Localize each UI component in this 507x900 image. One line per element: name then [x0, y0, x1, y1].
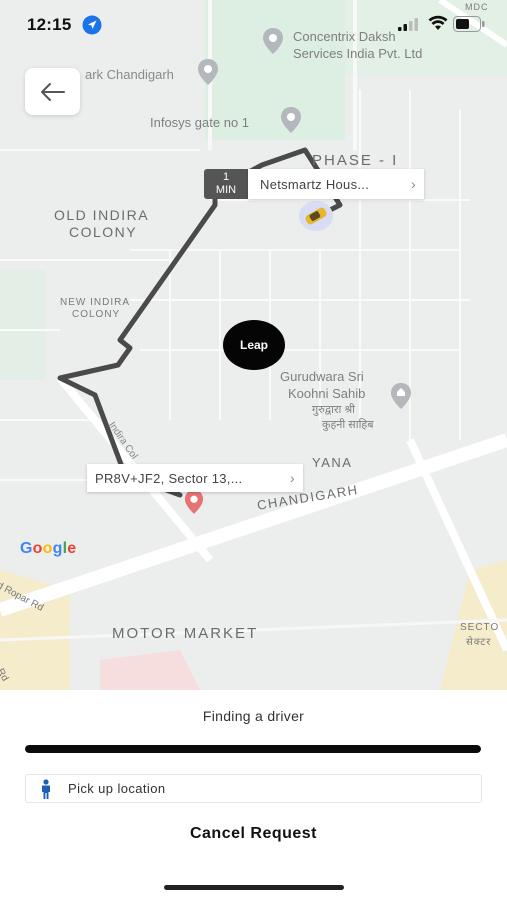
- status-time: 12:15: [27, 15, 72, 34]
- area-label: MOTOR MARKET: [112, 625, 259, 642]
- cancel-request-button[interactable]: Cancel Request: [0, 825, 507, 843]
- progress-fill: [25, 745, 481, 753]
- chevron-right-icon: ›: [411, 176, 416, 192]
- cellular-signal-icon: [398, 18, 418, 31]
- status-bar: 12:15: [0, 0, 507, 50]
- search-progress-bar: [25, 745, 481, 753]
- pickup-location-field[interactable]: Pick up location: [25, 774, 482, 803]
- pickup-address-label: PR8V+JF2, Sector 13,...: [95, 470, 243, 486]
- area-label: OLD INDIRA: [54, 207, 150, 223]
- finding-driver-status: Finding a driver: [202, 708, 305, 724]
- eta-value: 1: [222, 171, 230, 183]
- pickup-callout[interactable]: PR8V+JF2, Sector 13,... ›: [87, 464, 303, 492]
- back-button[interactable]: [25, 68, 80, 115]
- area-label: COLONY: [69, 224, 138, 240]
- poi-label: कुहनी साहिब: [322, 419, 374, 431]
- destination-callout[interactable]: Netsmartz Hous... ›: [248, 169, 424, 199]
- home-indicator: [164, 885, 344, 890]
- area-label: COLONY: [72, 309, 121, 320]
- place-of-worship-pin-icon: [391, 383, 411, 409]
- taxi-icon: [299, 201, 333, 231]
- area-label: NEW INDIRA: [60, 297, 130, 308]
- location-arrow-icon: [82, 15, 102, 35]
- map-pin-icon: [281, 107, 301, 133]
- person-icon: [42, 778, 50, 799]
- map-pin-icon: [198, 59, 218, 85]
- pickup-pin-icon: [184, 490, 204, 514]
- area-label: YANA: [312, 455, 353, 470]
- arrow-left-icon: [40, 82, 65, 101]
- google-logo: Google: [20, 540, 77, 557]
- battery-icon: [453, 16, 485, 32]
- wifi-icon: [428, 15, 448, 30]
- poi-label: गुरुद्वारा श्री: [312, 404, 355, 416]
- poi-label: Infosys gate no 1: [150, 115, 250, 130]
- poi-label: Koohni Sahib: [288, 386, 366, 401]
- area-label: PHASE - I: [312, 152, 399, 169]
- logo-text: Leap: [239, 338, 268, 352]
- chevron-right-icon: ›: [290, 470, 295, 486]
- destination-label: Netsmartz Hous...: [260, 176, 370, 192]
- area-label: SECTO: [460, 622, 500, 633]
- poi-label: ark Chandigarh: [85, 67, 174, 82]
- eta-badge: 1 MIN: [204, 169, 248, 199]
- pickup-location-label: Pick up location: [68, 781, 166, 796]
- leap-logo: Leap: [223, 320, 285, 370]
- eta-unit: MIN: [215, 184, 237, 196]
- area-label: सेक्टर: [466, 637, 492, 648]
- poi-label: Gurudwara Sri: [280, 369, 364, 384]
